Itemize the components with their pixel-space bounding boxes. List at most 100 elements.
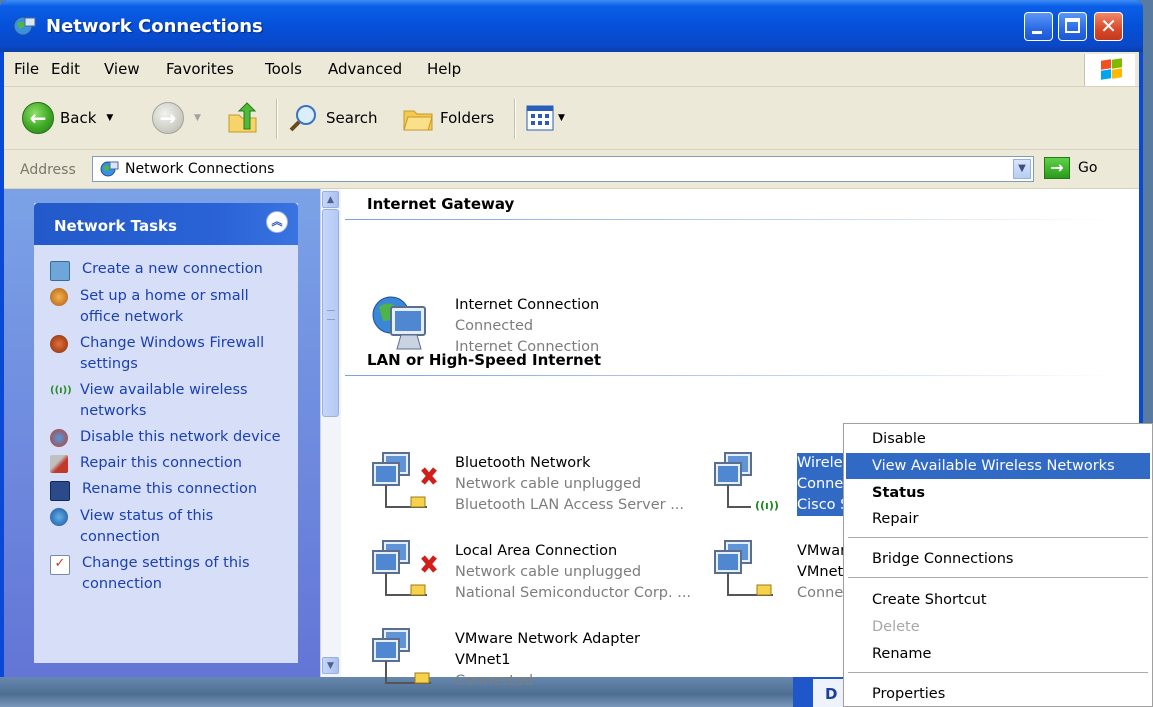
menu-file[interactable]: File <box>14 60 39 78</box>
connection-name: Local Area Connection <box>455 543 618 559</box>
internet-gateway-icon <box>372 296 426 350</box>
task-change-settings[interactable]: ✓ Change settings of this connection <box>50 553 290 595</box>
network-tasks-title: Network Tasks <box>54 217 177 235</box>
task-link[interactable]: Create a new connection <box>82 259 263 281</box>
views-button[interactable]: ▼ <box>526 105 565 131</box>
menu-view[interactable]: View <box>104 60 140 78</box>
address-value: Network Connections <box>125 161 275 177</box>
task-link[interactable]: Change Windows Firewall settings <box>80 333 290 375</box>
connection-text: VMware Network Adapter VMnet1 Connected <box>455 629 640 692</box>
menu-item-view-wireless-networks[interactable]: View Available Wireless Networks <box>846 453 1150 479</box>
views-dropdown-icon[interactable]: ▼ <box>558 113 565 123</box>
task-rename[interactable]: Rename this connection <box>50 479 290 501</box>
menu-edit[interactable]: Edit <box>51 60 80 78</box>
lan-connection-icon <box>372 628 431 684</box>
collapse-chevron-icon[interactable]: ︽ <box>266 211 288 233</box>
scroll-up-icon[interactable]: ▲ <box>322 191 339 208</box>
connection-status: Network cable unplugged <box>455 564 642 580</box>
up-folder-button[interactable] <box>226 101 260 135</box>
menu-tools[interactable]: Tools <box>265 60 302 78</box>
close-button[interactable]: ✕ <box>1094 12 1123 41</box>
connection-status: Connected <box>455 318 534 334</box>
connection-text: VMwar VMnet Conne <box>797 541 846 604</box>
scroll-down-icon[interactable]: ▼ <box>322 657 339 674</box>
scrollbar-thumb[interactable] <box>322 209 339 417</box>
forward-dropdown-icon[interactable]: ▼ <box>194 113 201 123</box>
firewall-icon <box>50 335 68 353</box>
task-link[interactable]: Repair this connection <box>80 453 242 474</box>
connection-device: National Semiconductor Corp. ... <box>455 585 692 601</box>
task-link[interactable]: Change settings of this connection <box>82 553 290 595</box>
search-button[interactable]: Search <box>288 103 378 133</box>
task-link[interactable]: View status of this connection <box>80 506 290 548</box>
back-button[interactable]: ← Back ▼ <box>22 102 113 134</box>
lan-connection-icon <box>372 540 437 596</box>
lan-connection-icon <box>714 540 773 596</box>
forward-button[interactable]: → ▼ <box>152 102 201 134</box>
group-header-internet-gateway: Internet Gateway <box>367 195 515 213</box>
window-title: Network Connections <box>46 16 263 37</box>
go-button[interactable]: → Go <box>1044 157 1097 179</box>
connection-device: Conne <box>797 585 844 601</box>
minimize-button[interactable] <box>1024 12 1053 41</box>
menu-item-bridge-connections[interactable]: Bridge Connections <box>846 546 1150 572</box>
task-disable-device[interactable]: Disable this network device <box>50 427 290 448</box>
status-icon <box>50 508 68 526</box>
task-repair[interactable]: Repair this connection <box>50 453 290 474</box>
title-bar[interactable]: Network Connections ✕ <box>0 0 1143 52</box>
task-link[interactable]: Disable this network device <box>80 427 281 448</box>
menu-item-disable[interactable]: Disable <box>846 426 1150 452</box>
connection-status: VMnet <box>797 564 844 580</box>
folders-label: Folders <box>440 109 495 127</box>
search-label: Search <box>326 109 378 127</box>
address-input[interactable]: Network Connections ▼ <box>92 156 1034 182</box>
menu-item-properties[interactable]: Properties <box>846 681 1150 707</box>
connection-name: Internet Connection <box>455 297 600 313</box>
new-connection-icon <box>50 261 70 281</box>
folders-button[interactable]: Folders <box>402 103 494 133</box>
menu-advanced[interactable]: Advanced <box>328 60 402 78</box>
wireless-connection-icon: ((ı)) <box>714 452 779 512</box>
connection-name: VMwar <box>797 543 847 559</box>
menu-separator <box>848 537 1148 538</box>
maximize-button[interactable] <box>1058 12 1087 41</box>
task-home-network[interactable]: Set up a home or small office network <box>50 286 290 328</box>
search-icon <box>289 105 316 132</box>
address-dropdown-icon[interactable]: ▼ <box>1013 159 1031 179</box>
disable-device-icon <box>50 429 68 447</box>
menu-item-status[interactable]: Status <box>846 480 1150 506</box>
menu-item-rename[interactable]: Rename <box>846 641 1150 667</box>
menu-favorites[interactable]: Favorites <box>166 60 234 78</box>
task-view-status[interactable]: View status of this connection <box>50 506 290 548</box>
close-icon: ✕ <box>1100 14 1117 38</box>
task-link[interactable]: Set up a home or small office network <box>80 286 290 328</box>
menu-help[interactable]: Help <box>427 60 461 78</box>
connection-text: Internet Connection Connected Internet C… <box>455 295 599 358</box>
context-menu: Disable View Available Wireless Networks… <box>843 423 1153 707</box>
address-bar: Address Network Connections ▼ → Go <box>4 150 1139 189</box>
back-dropdown-icon[interactable]: ▼ <box>106 113 113 123</box>
connection-name: Bluetooth Network <box>455 455 591 471</box>
toolbar-separator <box>514 99 516 139</box>
menu-item-repair[interactable]: Repair <box>846 506 1150 532</box>
task-link[interactable]: Rename this connection <box>82 479 257 501</box>
task-wireless[interactable]: ((ı)) View available wireless networks <box>50 380 290 422</box>
task-firewall[interactable]: Change Windows Firewall settings <box>50 333 290 375</box>
folders-icon <box>403 110 433 131</box>
network-tasks-header[interactable]: Network Tasks ︽ <box>34 203 298 245</box>
menu-separator <box>848 577 1148 578</box>
menu-bar: File Edit View Favorites Tools Advanced … <box>4 52 1139 87</box>
forward-arrow-icon: → <box>152 102 184 134</box>
task-link[interactable]: View available wireless networks <box>80 380 290 422</box>
lan-connection-icon <box>372 452 437 508</box>
settings-icon: ✓ <box>50 555 70 575</box>
task-create-connection[interactable]: Create a new connection <box>50 259 290 281</box>
repair-icon <box>50 455 68 473</box>
network-connections-icon <box>13 16 36 36</box>
connection-device: Bluetooth LAN Access Server ... <box>455 497 685 513</box>
menu-item-create-shortcut[interactable]: Create Shortcut <box>846 587 1150 613</box>
connection-text: Local Area Connection Network cable unpl… <box>455 541 691 604</box>
go-label: Go <box>1078 160 1098 176</box>
vertical-scrollbar[interactable]: ▲ ▼ <box>320 189 341 677</box>
toolbar-separator <box>276 99 278 139</box>
